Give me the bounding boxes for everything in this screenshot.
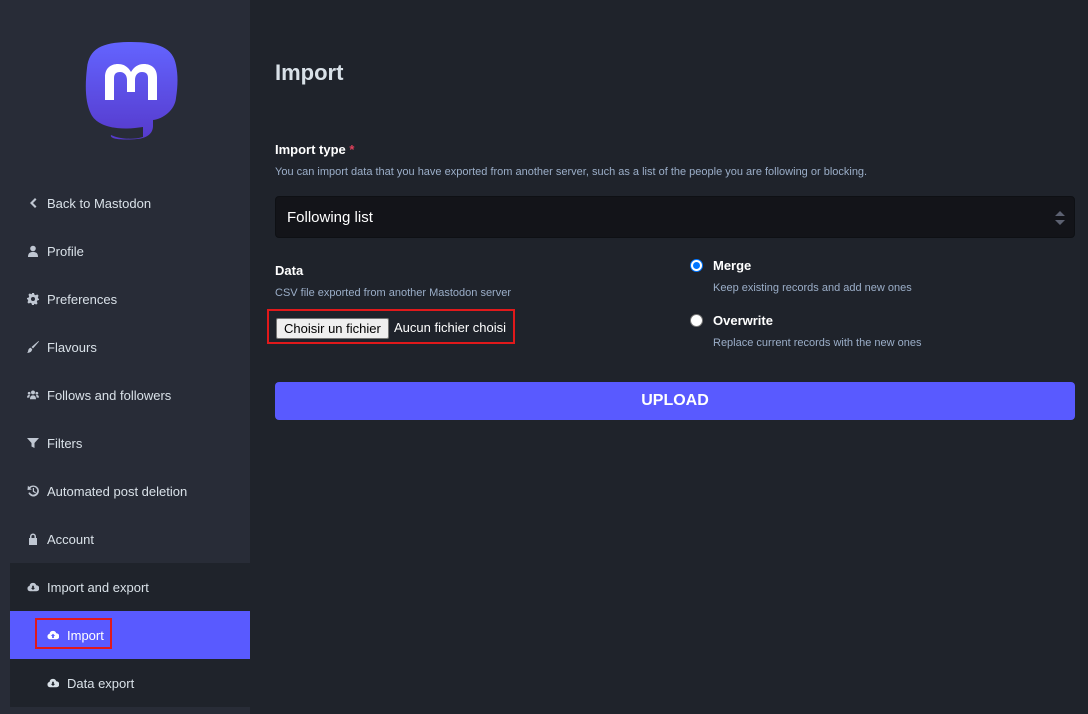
sidebar-item-follows[interactable]: Follows and followers xyxy=(10,371,250,419)
page-title: Import xyxy=(275,60,344,85)
file-input-highlight: Choisir un fichier Aucun fichier choisi xyxy=(267,309,515,344)
import-highlight-box xyxy=(35,618,112,649)
sidebar-item-profile[interactable]: Profile xyxy=(10,227,250,275)
choose-file-button[interactable]: Choisir un fichier xyxy=(276,318,389,339)
users-icon xyxy=(27,389,39,401)
merge-hint: Keep existing records and add new ones xyxy=(713,282,912,294)
mastodon-logo[interactable] xyxy=(83,40,179,140)
sidebar-item-account[interactable]: Account xyxy=(10,515,250,563)
lock-icon xyxy=(27,533,39,545)
sidebar-item-label: Follows and followers xyxy=(47,387,172,403)
cloud-download-icon xyxy=(27,581,39,593)
sidebar-item-filters[interactable]: Filters xyxy=(10,419,250,467)
sidebar-item-label: Data export xyxy=(67,675,135,691)
overwrite-radio[interactable] xyxy=(690,314,703,327)
sidebar-item-import-export[interactable]: Import and export xyxy=(10,563,250,611)
sidebar-item-back[interactable]: Back to Mastodon xyxy=(10,179,250,227)
sidebar-item-label: Automated post deletion xyxy=(47,483,188,499)
sidebar-item-label: Filters xyxy=(47,435,83,451)
cloud-download-icon xyxy=(47,677,59,689)
sidebar-item-label: Profile xyxy=(47,243,84,259)
merge-label: Merge xyxy=(713,258,752,273)
sidebar-item-label: Flavours xyxy=(47,339,97,355)
sidebar-subitem-data-export[interactable]: Data export xyxy=(10,659,250,707)
select-arrows-icon xyxy=(1054,209,1066,227)
overwrite-label: Overwrite xyxy=(713,313,773,328)
data-label: Data xyxy=(275,263,304,278)
chevron-left-icon xyxy=(27,197,39,209)
sidebar-item-label: Preferences xyxy=(47,291,118,307)
upload-button[interactable]: UPLOAD xyxy=(275,382,1075,420)
paint-brush-icon xyxy=(27,341,39,353)
file-status: Aucun fichier choisi xyxy=(394,320,506,335)
import-type-hint: You can import data that you have export… xyxy=(275,166,868,178)
import-type-select[interactable]: Following list xyxy=(275,196,1075,238)
required-mark: * xyxy=(349,142,355,157)
cog-icon xyxy=(27,293,39,305)
overwrite-hint: Replace current records with the new one… xyxy=(713,337,922,349)
sidebar-item-label: Back to Mastodon xyxy=(47,195,152,211)
sidebar: Back to Mastodon Profile Preferences Fla… xyxy=(0,0,250,714)
data-hint: CSV file exported from another Mastodon … xyxy=(275,287,512,299)
sidebar-item-preferences[interactable]: Preferences xyxy=(10,275,250,323)
history-icon xyxy=(27,485,39,497)
import-type-selected: Following list xyxy=(287,208,373,226)
sidebar-item-label: Import and export xyxy=(47,579,149,595)
filter-icon xyxy=(27,437,39,449)
import-type-label-text: Import type xyxy=(275,142,346,157)
merge-radio[interactable] xyxy=(690,259,703,272)
user-icon xyxy=(27,245,39,257)
import-type-label: Import type * xyxy=(275,142,354,157)
sidebar-item-flavours[interactable]: Flavours xyxy=(10,323,250,371)
sidebar-item-label: Account xyxy=(47,531,94,547)
sidebar-item-post-deletion[interactable]: Automated post deletion xyxy=(10,467,250,515)
